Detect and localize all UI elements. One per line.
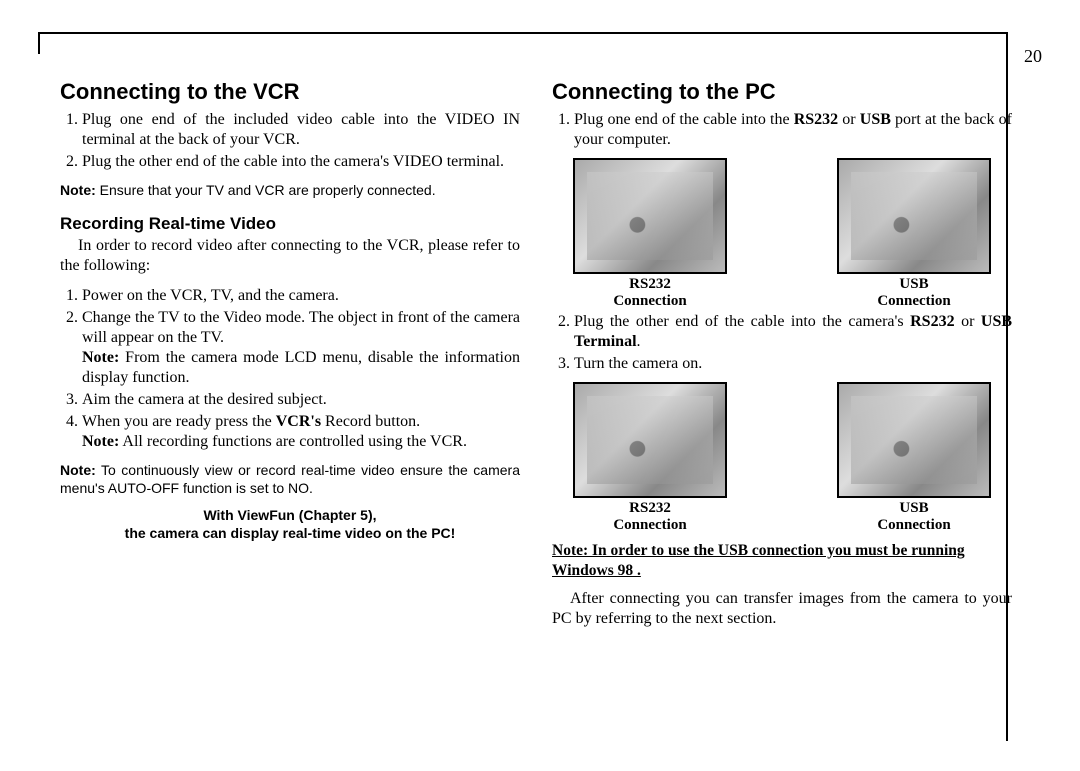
- recording-steps: Power on the VCR, TV, and the camera. Ch…: [60, 286, 520, 452]
- cap2-rs232-l1: RS232: [629, 500, 671, 516]
- rec-step-2-note: From the camera mode LCD menu, disable t…: [82, 349, 520, 386]
- rec-step-1: Power on the VCR, TV, and the camera.: [82, 286, 520, 306]
- rec-step-4-c: Record button.: [321, 413, 420, 430]
- usb-win98-note: Note: In order to use the USB connection…: [552, 541, 1012, 581]
- photo-rs232-port: [573, 158, 727, 274]
- caption-rs232-port: RS232 Connection: [570, 276, 730, 311]
- camera-terminal-images: RS232 Connection USB Connection: [552, 382, 1012, 535]
- vcr-step-1: Plug one end of the included video cable…: [82, 110, 520, 150]
- pc2-b: RS232: [910, 313, 954, 330]
- columns: Connecting to the VCR Plug one end of th…: [60, 30, 1020, 631]
- pc2-a: Plug the other end of the cable into the…: [574, 313, 910, 330]
- pc2-e: .: [637, 333, 641, 350]
- pc1-c: or: [838, 111, 860, 128]
- rec-step-4-a: When you are ready press the: [82, 413, 276, 430]
- photo-rs232-cam: [573, 382, 727, 498]
- frame-left-stub: [38, 32, 40, 54]
- pc-port-images: RS232 Connection USB Connection: [552, 158, 1012, 311]
- rec-step-2: Change the TV to the Video mode. The obj…: [82, 308, 520, 388]
- cap-usb-l1: USB: [899, 276, 928, 292]
- callout-line-1: With ViewFun (Chapter 5),: [60, 507, 520, 525]
- after-connecting: After connecting you can transfer images…: [552, 589, 1012, 629]
- callout-line-2: the camera can display real-time video o…: [60, 525, 520, 543]
- page: 20 Connecting to the VCR Plug one end of…: [0, 0, 1080, 771]
- left-column: Connecting to the VCR Plug one end of th…: [60, 78, 520, 631]
- img-usb-port: USB Connection: [834, 158, 994, 311]
- rec-step-4: When you are ready press the VCR's Recor…: [82, 412, 520, 452]
- photo-usb-cam: [837, 382, 991, 498]
- pc-steps-1: Plug one end of the cable into the RS232…: [552, 110, 1012, 150]
- caption-rs232-cam: RS232 Connection: [570, 500, 730, 535]
- pc2-c: or: [955, 313, 981, 330]
- recording-intro: In order to record video after connectin…: [60, 236, 520, 276]
- pc-step-1: Plug one end of the cable into the RS232…: [574, 110, 1012, 150]
- pc1-b: RS232: [794, 111, 838, 128]
- pc-step-3: Turn the camera on.: [574, 354, 1012, 374]
- page-number: 20: [1024, 46, 1042, 67]
- viewfun-callout: With ViewFun (Chapter 5), the camera can…: [60, 507, 520, 542]
- note-label: Note:: [60, 182, 96, 198]
- img-usb-cam: USB Connection: [834, 382, 994, 535]
- cap-rs232-l2: Connection: [613, 293, 686, 309]
- frame-right: [1006, 32, 1008, 741]
- heading-vcr: Connecting to the VCR: [60, 78, 520, 106]
- caption-usb-cam: USB Connection: [834, 500, 994, 535]
- img-rs232-port: RS232 Connection: [570, 158, 730, 311]
- rec-step-4-note-label: Note:: [82, 433, 119, 450]
- photo-usb-port: [837, 158, 991, 274]
- rec-step-4-note: All recording functions are controlled u…: [119, 433, 467, 450]
- heading-recording: Recording Real-time Video: [60, 213, 520, 234]
- rec-step-4-b: VCR's: [276, 413, 321, 430]
- caption-usb-port: USB Connection: [834, 276, 994, 311]
- rec-step-2-text: Change the TV to the Video mode. The obj…: [82, 309, 520, 346]
- pc-step-2: Plug the other end of the cable into the…: [574, 312, 1012, 352]
- pc1-d: USB: [860, 111, 891, 128]
- note2-label: Note:: [60, 462, 96, 478]
- note-autooff: Note: To continuously view or record rea…: [60, 462, 520, 497]
- rec-step-3: Aim the camera at the desired subject.: [82, 390, 520, 410]
- note-text: Ensure that your TV and VCR are properly…: [96, 182, 436, 198]
- cap-rs232-l1: RS232: [629, 276, 671, 292]
- right-column: Connecting to the PC Plug one end of the…: [552, 78, 1012, 631]
- cap2-rs232-l2: Connection: [613, 517, 686, 533]
- note-tv-vcr: Note: Ensure that your TV and VCR are pr…: [60, 182, 520, 200]
- cap2-usb-l2: Connection: [877, 517, 950, 533]
- rec-step-2-note-label: Note:: [82, 349, 119, 366]
- pc-steps-2: Plug the other end of the cable into the…: [552, 312, 1012, 374]
- vcr-steps: Plug one end of the included video cable…: [60, 110, 520, 172]
- pc1-a: Plug one end of the cable into the: [574, 111, 794, 128]
- heading-pc: Connecting to the PC: [552, 78, 1012, 106]
- img-rs232-cam: RS232 Connection: [570, 382, 730, 535]
- vcr-step-2: Plug the other end of the cable into the…: [82, 152, 520, 172]
- note2-text: To continuously view or record real-time…: [60, 462, 520, 496]
- cap2-usb-l1: USB: [899, 500, 928, 516]
- cap-usb-l2: Connection: [877, 293, 950, 309]
